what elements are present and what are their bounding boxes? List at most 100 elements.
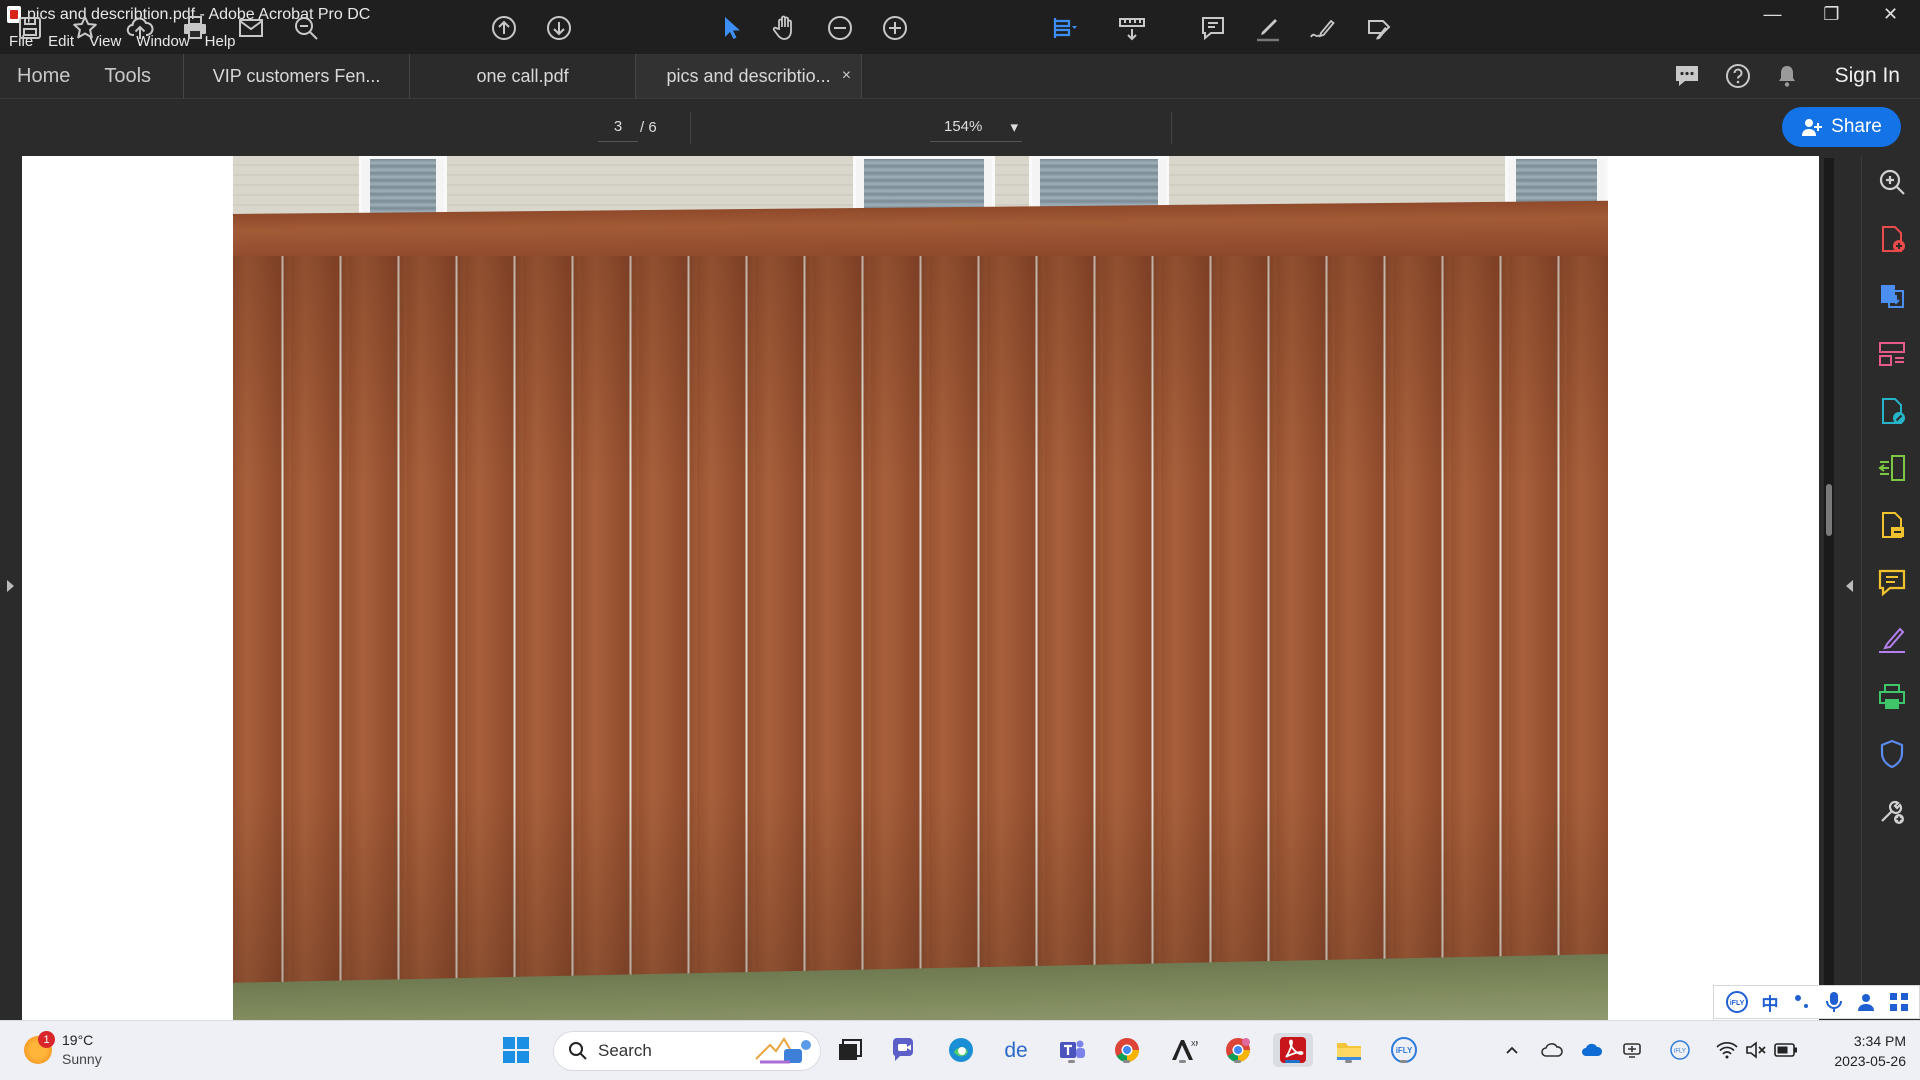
ime-apps-grid-icon[interactable] [1889, 992, 1909, 1012]
more-tools-icon[interactable] [1876, 795, 1908, 827]
ifly-logo-icon[interactable]: iFLY [1725, 990, 1749, 1014]
fence-photo [233, 156, 1608, 1020]
expand-arrow-icon [7, 580, 14, 592]
email-icon[interactable] [233, 10, 269, 46]
upload-cloud-icon[interactable] [122, 10, 158, 46]
ime-toolbar: iFLY 中 [1713, 985, 1920, 1019]
total-pages-label: / 6 [640, 118, 657, 136]
right-panel-toggle[interactable] [1839, 156, 1861, 1020]
adobe-acrobat-taskbar-icon[interactable] [1273, 1033, 1313, 1067]
organize-pages-icon[interactable] [1876, 338, 1908, 370]
nav-tools[interactable]: Tools [87, 54, 183, 98]
tab-bar: Home Tools VIP customers Fen... one call… [0, 54, 1920, 99]
comment-tool-icon[interactable] [1876, 566, 1908, 598]
export-pdf-icon[interactable] [1876, 280, 1908, 312]
svg-text:de: de [1004, 1039, 1027, 1062]
hand-pan-icon[interactable] [767, 10, 803, 46]
edit-pdf-icon[interactable] [1876, 395, 1908, 427]
stamp-edit-icon[interactable] [1360, 10, 1396, 46]
bookmark-star-icon[interactable] [67, 10, 103, 46]
ime-punctuation-icon[interactable] [1792, 992, 1812, 1012]
share-button[interactable]: Share [1782, 107, 1901, 147]
print-production-icon[interactable] [1876, 681, 1908, 713]
notifications-bell-icon[interactable] [1775, 63, 1799, 89]
page-fit-icon[interactable] [1046, 10, 1082, 46]
search-zoom-icon[interactable] [1876, 166, 1908, 198]
next-page-icon[interactable] [541, 10, 577, 46]
volume-muted-icon[interactable] [1742, 1033, 1770, 1067]
edge-browser-icon[interactable] [944, 1033, 978, 1067]
draw-sign-icon[interactable] [1305, 10, 1341, 46]
ifly-taskbar-icon[interactable]: iFLY [1387, 1033, 1421, 1067]
tab-close-icon[interactable]: × [842, 67, 851, 85]
add-comment-icon[interactable] [1195, 10, 1231, 46]
tab-vip-customers[interactable]: VIP customers Fen... [183, 54, 409, 98]
autocad-icon[interactable]: XM [1166, 1033, 1200, 1067]
wifi-icon[interactable] [1713, 1033, 1741, 1067]
vertical-scrollbar[interactable] [1819, 156, 1839, 1020]
microsoft-teams-icon[interactable] [1055, 1033, 1089, 1067]
show-hidden-icons-chevron-up-icon[interactable] [1500, 1033, 1524, 1067]
weather-temperature: 19°C [62, 1032, 94, 1048]
search-highlight-illustration-icon [755, 1037, 811, 1064]
request-signature-icon[interactable] [1876, 623, 1908, 655]
dictionary-de-icon[interactable]: de [999, 1033, 1033, 1067]
chevron-down-icon: ▾ [1010, 118, 1018, 136]
comments-chat-icon[interactable] [1673, 63, 1701, 89]
teams-chat-icon[interactable] [888, 1033, 922, 1067]
tab-label: pics and describtio... [666, 65, 831, 86]
restore-button[interactable]: ❐ [1802, 0, 1861, 29]
task-view-icon[interactable] [832, 1033, 866, 1067]
protect-shield-icon[interactable] [1876, 738, 1908, 770]
running-indicator [1345, 1060, 1352, 1063]
sign-in-link[interactable]: Sign In [1835, 64, 1900, 88]
tab-label: one call.pdf [476, 65, 569, 86]
zoom-out-icon[interactable] [822, 10, 858, 46]
fill-sign-icon[interactable] [1876, 509, 1908, 541]
current-page-input[interactable]: 3 [598, 112, 638, 142]
chrome-profile-icon[interactable] [1221, 1033, 1255, 1067]
battery-icon[interactable] [1772, 1033, 1800, 1067]
svg-text:XM: XM [1191, 1041, 1198, 1048]
file-explorer-icon[interactable] [1332, 1033, 1366, 1067]
running-indicator [1400, 1060, 1407, 1063]
measure-ruler-icon[interactable] [1114, 10, 1150, 46]
taskbar-search-input[interactable]: Search [553, 1031, 821, 1071]
help-icon[interactable] [1725, 63, 1751, 89]
previous-page-icon[interactable] [486, 10, 522, 46]
compare-files-icon[interactable] [1876, 452, 1908, 484]
collapse-arrow-icon [1846, 580, 1853, 592]
nav-home[interactable]: Home [0, 54, 87, 98]
minimize-button[interactable]: — [1743, 0, 1802, 29]
weather-condition: Sunny [62, 1051, 102, 1067]
highlight-pen-icon[interactable] [1250, 10, 1286, 46]
tab-one-call[interactable]: one call.pdf [409, 54, 635, 98]
find-search-icon[interactable] [288, 10, 324, 46]
save-icon[interactable] [12, 10, 48, 46]
onedrive-gray-cloud-icon[interactable] [1538, 1033, 1566, 1067]
ime-chinese-mode[interactable]: 中 [1762, 990, 1779, 1015]
zoom-in-icon[interactable] [877, 10, 913, 46]
ifly-tray-icon[interactable]: iFLY [1666, 1033, 1694, 1067]
running-indicator [1068, 1060, 1075, 1063]
zoom-level-dropdown[interactable]: 154% ▾ [930, 112, 1022, 142]
user-account-icon[interactable] [1856, 992, 1876, 1012]
select-cursor-icon[interactable] [713, 10, 749, 46]
print-icon[interactable] [177, 10, 213, 46]
chrome-browser-icon[interactable] [1110, 1033, 1144, 1067]
tab-pics-and-describtion[interactable]: pics and describtio... × [635, 54, 862, 98]
running-indicator [1123, 1060, 1130, 1063]
scrollbar-thumb[interactable] [1826, 484, 1832, 536]
microphone-icon[interactable] [1825, 991, 1843, 1013]
clock-date: 2023-05-26 [1834, 1053, 1906, 1069]
close-window-button[interactable]: ✕ [1861, 0, 1920, 29]
language-bar-icon[interactable] [1618, 1033, 1646, 1067]
tab-label: VIP customers Fen... [212, 65, 381, 86]
document-view[interactable] [22, 156, 1819, 1020]
onedrive-blue-cloud-icon[interactable] [1578, 1033, 1606, 1067]
system-clock[interactable]: 3:34 PM 2023-05-26 [1808, 1031, 1906, 1071]
create-pdf-icon[interactable] [1876, 223, 1908, 255]
weather-widget[interactable]: 1 19°C Sunny [24, 1031, 102, 1069]
left-panel-toggle[interactable] [0, 156, 22, 1020]
windows-start-icon[interactable] [499, 1033, 533, 1067]
